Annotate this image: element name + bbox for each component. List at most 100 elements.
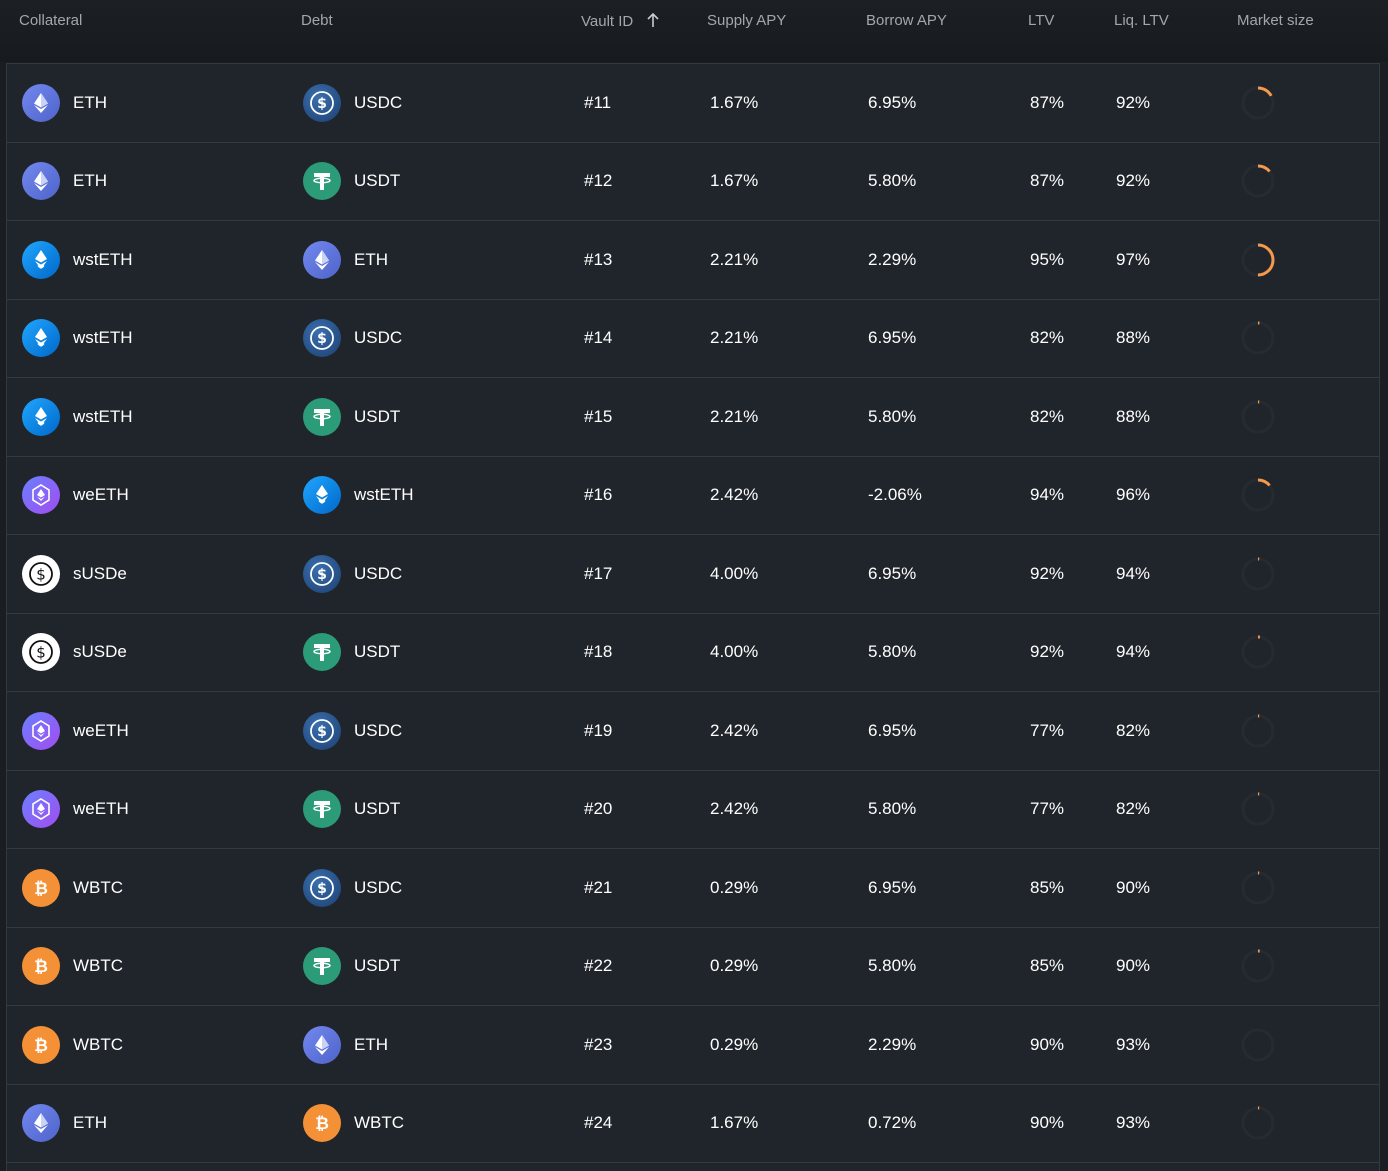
collateral-symbol: weETH: [73, 799, 129, 819]
ltv: 94%: [1030, 485, 1065, 505]
collateral-symbol: ETH: [73, 171, 107, 191]
market-size-gauge: [1241, 635, 1275, 669]
usdt-icon: [303, 790, 341, 829]
collateral-symbol: sUSDe: [73, 563, 127, 583]
borrow-apy: 6.95%: [868, 720, 917, 740]
table-row[interactable]: wstETH USDT #15 2.21% 5.80% 82% 88%: [7, 378, 1379, 457]
svg-text:$: $: [317, 724, 327, 740]
liq-ltv: 94%: [1116, 563, 1151, 583]
liq-ltv: 93%: [1116, 1113, 1151, 1133]
wsteth-icon: [22, 240, 60, 279]
table-row[interactable]: ₿ WBTC USDT #22 0.29% 5.80% 85% 90%: [7, 928, 1379, 1006]
table-row[interactable]: weETH $ USDC #19 2.42% 6.95% 77% 82%: [7, 692, 1379, 771]
table-row[interactable]: wstETH $ USDC #14 2.21% 6.95% 82% 88%: [7, 300, 1379, 378]
table-row[interactable]: wstETH ETH #13 2.21% 2.29% 95% 97%: [7, 221, 1379, 300]
debt-asset: $ USDC: [303, 319, 403, 358]
market-size-gauge: [1241, 949, 1275, 983]
svg-text:₿: ₿: [315, 1114, 329, 1134]
supply-apy: 1.67%: [710, 1113, 759, 1133]
market-size-gauge: [1241, 714, 1275, 748]
vault-id: #14: [584, 328, 613, 348]
svg-text:$: $: [317, 567, 327, 583]
table-row[interactable]: ETH ₿ WBTC #24 1.67% 0.72% 90% 93%: [7, 1085, 1379, 1163]
vault-id: #18: [584, 642, 613, 662]
table-header: Collateral Debt Vault ID Supply APY Borr…: [0, 0, 1388, 62]
market-size-gauge: [1241, 792, 1275, 826]
table-row[interactable]: ₿ WBTC ETH #23 0.29% 2.29% 90% 93%: [7, 1006, 1379, 1085]
ltv: 87%: [1030, 171, 1065, 191]
wbtc-icon: ₿: [22, 868, 60, 907]
header-supply-apy[interactable]: Supply APY: [707, 12, 786, 29]
svg-text:$: $: [317, 881, 327, 897]
eth-icon: [22, 162, 60, 201]
supply-apy: 2.21%: [710, 249, 759, 269]
collateral-asset: weETH: [22, 476, 129, 515]
supply-apy: 0.29%: [710, 1034, 759, 1054]
table-row[interactable]: ETH $ USDC #11 1.67% 6.95% 87% 92%: [7, 64, 1379, 143]
header-ltv[interactable]: LTV: [1028, 12, 1054, 29]
debt-symbol: USDC: [354, 328, 403, 348]
market-size-gauge: [1241, 243, 1275, 277]
borrow-apy: 2.29%: [868, 249, 917, 269]
market-size-gauge: [1241, 86, 1275, 120]
borrow-apy: 6.95%: [868, 877, 917, 897]
usdc-icon: $: [303, 83, 341, 122]
debt-asset: USDT: [303, 947, 400, 986]
collateral-asset: $ sUSDe: [22, 633, 127, 672]
debt-symbol: USDT: [354, 171, 401, 191]
market-size-track: [1241, 321, 1275, 355]
header-vault-id[interactable]: Vault ID: [581, 12, 659, 32]
debt-asset: $ USDC: [303, 83, 403, 122]
table-row[interactable]: ETH USDT #12 1.67% 5.80% 87% 92%: [7, 143, 1379, 221]
ltv: 90%: [1030, 1034, 1065, 1054]
svg-text:₿: ₿: [34, 879, 48, 899]
header-liq-ltv[interactable]: Liq. LTV: [1114, 12, 1169, 29]
vault-id: #20: [584, 799, 613, 819]
svg-text:₿: ₿: [34, 1036, 48, 1056]
vault-id: #11: [584, 92, 612, 112]
header-borrow-apy[interactable]: Borrow APY: [866, 12, 947, 29]
table-row[interactable]: ₿ WBTC $ USDC #21 0.29% 6.95% 85% 90%: [7, 849, 1379, 928]
market-size-track: [1241, 949, 1275, 983]
market-size-track: [1241, 557, 1275, 591]
borrow-apy: 6.95%: [868, 563, 917, 583]
weeth-icon: [22, 711, 60, 750]
debt-symbol: USDC: [354, 720, 403, 740]
header-vault-id-label: Vault ID: [581, 13, 634, 30]
ltv: 85%: [1030, 877, 1065, 897]
market-size-track: [1241, 792, 1275, 826]
collateral-asset: wstETH: [22, 397, 133, 436]
wbtc-icon: ₿: [303, 1104, 341, 1143]
supply-apy: 2.42%: [710, 485, 759, 505]
sort-ascending-icon[interactable]: [647, 12, 659, 32]
ltv: 95%: [1030, 249, 1065, 269]
debt-symbol: ETH: [354, 249, 388, 269]
liq-ltv: 88%: [1116, 328, 1151, 348]
debt-asset: USDT: [303, 633, 400, 672]
vault-id: #17: [584, 563, 613, 583]
market-size-gauge: [1241, 164, 1275, 198]
market-size-track: [1241, 400, 1275, 434]
eth-icon: [22, 1104, 60, 1143]
collateral-asset: ₿ WBTC: [22, 947, 123, 986]
collateral-asset: ETH: [22, 162, 107, 201]
borrow-apy: -2.06%: [868, 485, 922, 505]
header-market-size[interactable]: Market size: [1237, 12, 1314, 29]
table-row[interactable]: $ sUSDe USDT #18 4.00% 5.80% 92% 94%: [7, 614, 1379, 692]
debt-asset: ETH: [303, 1025, 388, 1064]
table-row[interactable]: weETH wstETH #16 2.42% -2.06% 94% 96%: [7, 457, 1379, 535]
collateral-symbol: wstETH: [73, 328, 133, 348]
vault-id: #16: [584, 485, 613, 505]
market-size-track: [1241, 1106, 1275, 1140]
table-row[interactable]: weETH USDT #20 2.42% 5.80% 77% 82%: [7, 771, 1379, 849]
debt-symbol: USDT: [354, 406, 401, 426]
debt-symbol: USDC: [354, 92, 403, 112]
svg-text:$: $: [317, 331, 327, 347]
header-debt[interactable]: Debt: [301, 12, 333, 29]
susde-icon: $: [22, 633, 60, 672]
collateral-symbol: weETH: [73, 485, 129, 505]
market-size-gauge: [1241, 478, 1275, 512]
table-row[interactable]: $ sUSDe $ USDC #17 4.00% 6.95% 92% 94%: [7, 535, 1379, 614]
header-collateral[interactable]: Collateral: [19, 12, 82, 29]
collateral-symbol: sUSDe: [73, 642, 127, 662]
